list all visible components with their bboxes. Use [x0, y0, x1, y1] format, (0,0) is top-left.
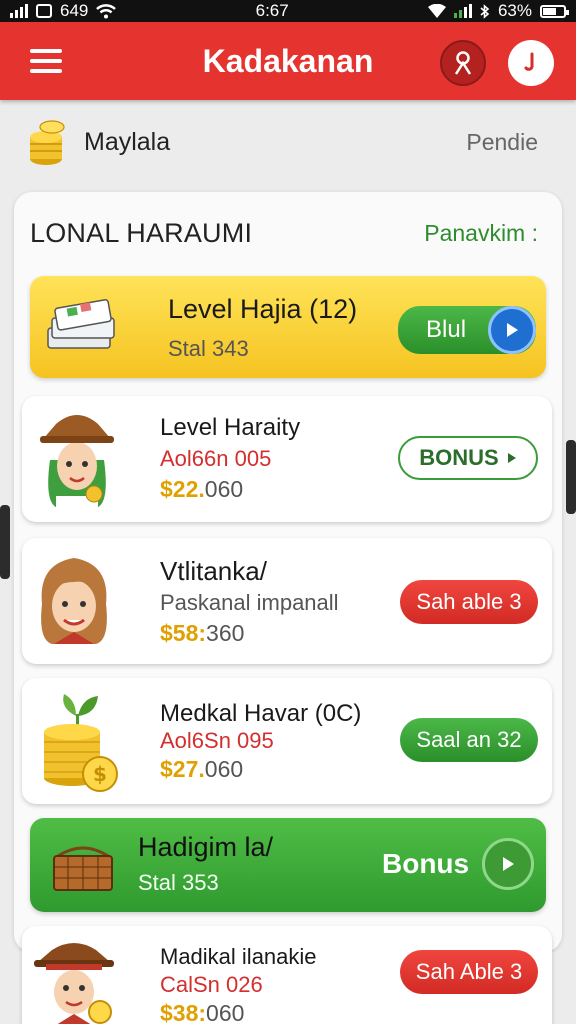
status-left-text: 649 — [60, 1, 89, 20]
basket-icon — [53, 846, 113, 891]
cash-stack-icon — [47, 299, 115, 349]
card-title: Hadigim la/ — [138, 832, 274, 862]
avatar-hat-woman-icon — [40, 415, 114, 510]
card-subtitle: Aol66n 005 — [160, 446, 272, 471]
card-action-button[interactable]: Bonus — [382, 838, 534, 890]
panel-link[interactable]: Panavkim : — [424, 220, 538, 247]
menu-icon — [30, 49, 62, 53]
play-icon — [482, 838, 534, 890]
panel-title: LONAL HARAUMI — [30, 218, 253, 248]
app-bar: Kadakanan — [0, 22, 576, 100]
cellular-icon — [453, 4, 472, 18]
left-edge-tab[interactable] — [0, 505, 10, 579]
card-action-button[interactable]: Sah able 3 — [400, 580, 538, 624]
card-title: Level Hajia (12) — [168, 294, 358, 324]
status-bar: 649 6:67 63% — [0, 0, 576, 22]
card-title: Level Haraity — [160, 414, 301, 441]
offer-card[interactable]: $ Medkal Havar (0C) Aol6Sn 095 $27.060 S… — [22, 678, 552, 804]
card-action-button[interactable]: Saal an 32 — [400, 718, 538, 762]
wifi-filled-icon — [427, 4, 446, 18]
card-subtitle: Paskanal impanall — [160, 590, 339, 615]
card-subtitle: CalSn 026 — [160, 972, 263, 997]
offer-card[interactable]: Level Haraity Aol66n 005 $22.060 BONUS — [22, 396, 552, 522]
avatar-man-icon — [34, 943, 114, 1024]
card-action-label: Sah able 3 — [416, 589, 522, 614]
card-price: $27.060 — [160, 756, 244, 782]
card-title: Vtlitanka/ — [160, 556, 267, 586]
card-price: $22.060 — [160, 476, 244, 502]
balance-name: Maylala — [84, 127, 171, 156]
card-action-label: Bonus — [382, 848, 470, 879]
battery-percent: 63% — [497, 1, 532, 20]
card-subtitle: Stal 343 — [168, 336, 249, 361]
card-action-label: Sah Able 3 — [415, 959, 523, 984]
bluetooth-icon — [480, 3, 490, 19]
wifi-icon — [96, 3, 117, 18]
card-action-button[interactable]: BONUS — [398, 436, 538, 480]
card-action-label: Saal an 32 — [416, 727, 522, 752]
card-action-button[interactable]: Blul — [398, 306, 536, 354]
avatar-woman-icon — [41, 558, 107, 644]
balance-row: Maylala Pendie — [0, 112, 576, 172]
coins-plant-icon: $ — [44, 694, 118, 792]
card-subtitle: Aol6Sn 095 — [160, 728, 274, 753]
card-action-button[interactable]: Sah Able 3 — [400, 950, 538, 994]
card-price: $38:060 — [160, 1000, 245, 1024]
offer-card-featured[interactable]: Level Hajia (12) Stal 343 Blul — [30, 276, 546, 378]
signal-icon — [10, 4, 28, 18]
card-price: $58:360 — [160, 620, 245, 646]
offer-card[interactable]: Madikal ilanakie CalSn 026 $38:060 Sah A… — [22, 926, 552, 1024]
coins-icon — [30, 120, 65, 165]
card-title: Madikal ilanakie — [160, 944, 317, 969]
profile-button[interactable] — [440, 40, 486, 86]
notification-icon — [36, 4, 52, 18]
person-icon — [454, 51, 472, 75]
card-action-label: Blul — [426, 316, 467, 343]
offer-card[interactable]: Vtlitanka/ Paskanal impanall $58:360 Sah… — [22, 538, 552, 664]
play-icon — [488, 306, 536, 354]
offer-card-bonus[interactable]: Hadigim la/ Stal 353 Bonus — [30, 818, 546, 912]
balance-status[interactable]: Pendie — [466, 129, 538, 156]
alert-icon — [524, 52, 534, 71]
chevron-right-icon — [507, 453, 516, 463]
menu-button[interactable] — [24, 44, 68, 78]
alert-button[interactable] — [508, 40, 554, 86]
svg-text:$: $ — [93, 762, 107, 786]
right-edge-tab[interactable] — [566, 440, 576, 514]
card-subtitle: Stal 353 — [138, 870, 219, 895]
clock: 6:67 — [255, 1, 289, 20]
card-title: Medkal Havar (0C) — [160, 700, 362, 727]
battery-icon — [540, 4, 569, 18]
card-action-label: BONUS — [419, 445, 499, 470]
